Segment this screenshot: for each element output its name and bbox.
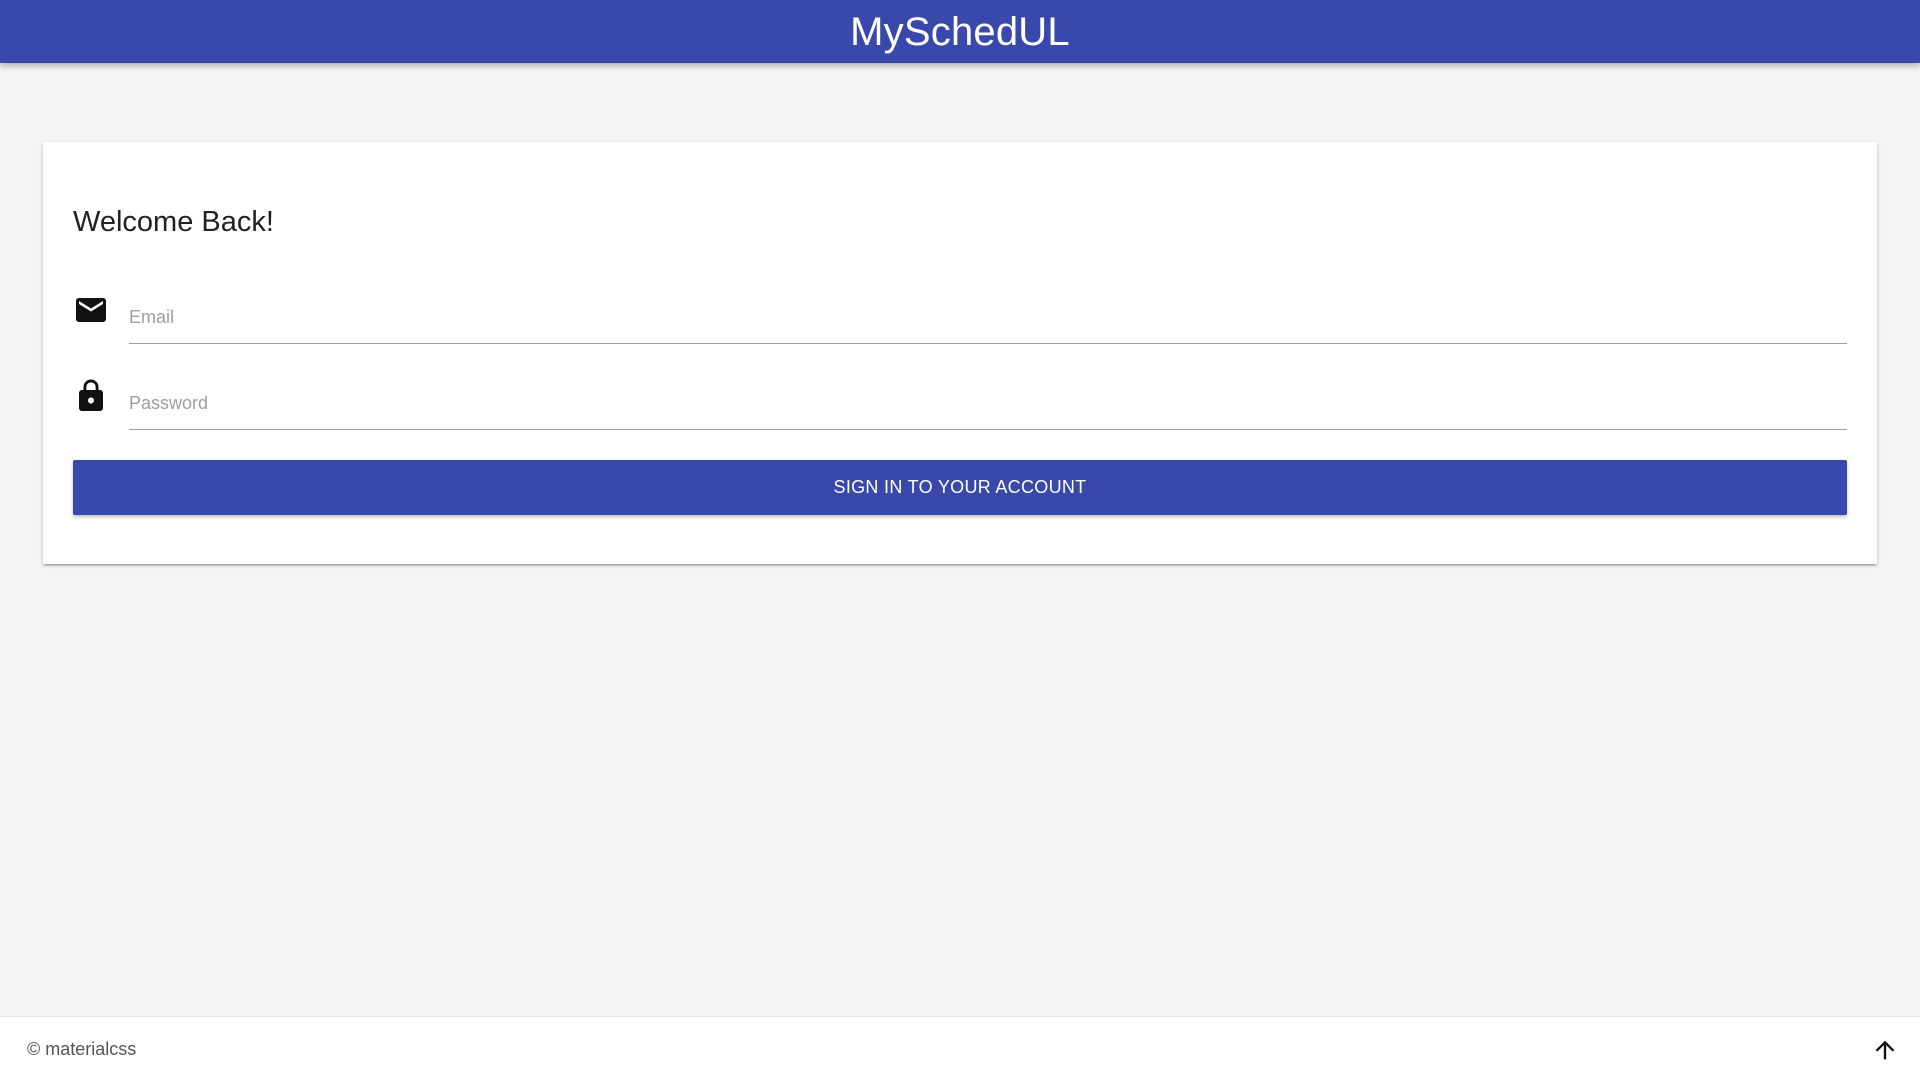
email-field-group xyxy=(73,292,1847,354)
email-icon xyxy=(73,292,109,328)
email-field[interactable] xyxy=(129,292,1847,344)
footer: © materialcss xyxy=(0,1016,1920,1080)
lock-icon xyxy=(73,378,109,414)
sign-in-button[interactable]: SIGN IN TO YOUR ACCOUNT xyxy=(73,460,1847,515)
top-app-bar: MySchedUL xyxy=(0,0,1920,63)
arrow-up-icon xyxy=(1875,1040,1895,1060)
login-card: Welcome Back! SIGN IN TO YOUR ACCOUNT xyxy=(43,142,1877,564)
scroll-to-top-button[interactable] xyxy=(1868,1033,1902,1067)
card-title: Welcome Back! xyxy=(73,206,274,238)
app-title[interactable]: MySchedUL xyxy=(850,12,1070,52)
password-field[interactable] xyxy=(129,378,1847,430)
copyright-text: © materialcss xyxy=(27,1039,137,1059)
password-field-group xyxy=(73,378,1847,440)
